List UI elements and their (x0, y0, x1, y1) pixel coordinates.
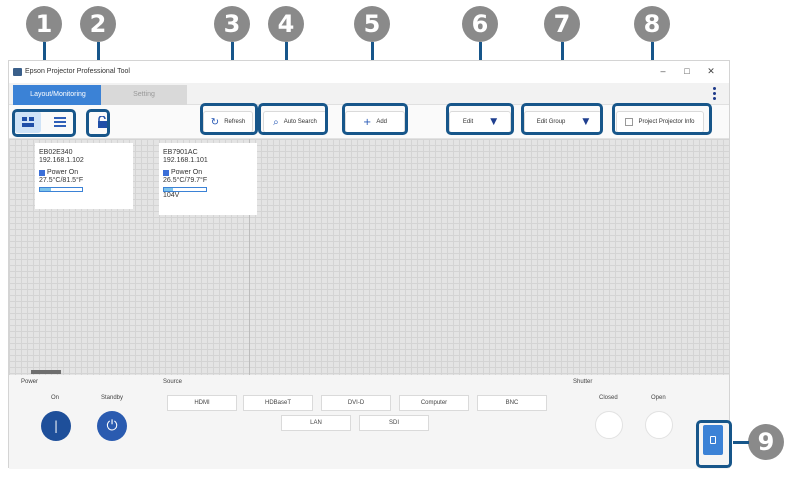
app-icon (13, 68, 22, 76)
callout-1: 1 (26, 6, 62, 42)
highlight-lock (86, 109, 110, 137)
projector-card[interactable]: EB02E340 192.168.1.102 Power On 27.5°C/8… (35, 143, 133, 209)
shutter-closed-button[interactable] (595, 411, 623, 439)
horizontal-scrollbar[interactable] (31, 370, 61, 374)
tab-layout-monitoring[interactable]: Layout/Monitoring (13, 85, 103, 105)
callout-6: 6 (462, 6, 498, 42)
highlight-project-info (612, 103, 712, 135)
leader-line (733, 441, 749, 444)
close-button[interactable]: ✕ (703, 66, 719, 77)
callout-2: 2 (80, 6, 116, 42)
source-button-hdmi[interactable]: HDMI (167, 395, 237, 411)
shutter-label: Shutter (573, 379, 593, 385)
minimize-button[interactable]: – (655, 66, 671, 76)
callout-3: 3 (214, 6, 250, 42)
projector-name: EB7901AC (163, 149, 198, 156)
power-on-icon: | (53, 419, 59, 433)
control-panel: Power On Standby | ⏻ Source HDMI HDBaseT… (9, 375, 729, 469)
power-on-button[interactable]: | (41, 411, 71, 441)
level-fill (40, 188, 51, 191)
power-status-label: Power On (171, 169, 203, 176)
power-standby-icon: ⏻ (106, 418, 118, 434)
layout-grid[interactable]: EB02E340 192.168.1.102 Power On 27.5°C/8… (9, 139, 729, 375)
projector-ip: 192.168.1.102 (39, 157, 84, 164)
temperature: 27.5°C/81.5°F (39, 177, 84, 184)
projector-name: EB02E340 (39, 149, 73, 156)
highlight-edit (446, 103, 514, 135)
source-button-dvi-d[interactable]: DVI-D (321, 395, 391, 411)
highlight-edit-group (521, 103, 603, 135)
callout-5: 5 (354, 6, 390, 42)
projector-card[interactable]: EB7901AC 192.168.1.101 Power On 26.5°C/7… (159, 143, 257, 215)
source-button-lan[interactable]: LAN (281, 415, 351, 431)
power-label: Power (21, 379, 39, 385)
tab-setting[interactable]: Setting (101, 85, 187, 105)
callout-4: 4 (268, 6, 304, 42)
highlight-mini-window (696, 420, 732, 468)
power-indicator-icon (39, 170, 45, 176)
standby-button[interactable]: ⏻ (97, 411, 127, 441)
voltage: 104V (163, 192, 180, 199)
callout-7: 7 (544, 6, 580, 42)
power-indicator-icon (163, 170, 169, 176)
highlight-auto-search (258, 103, 328, 135)
source-button-bnc[interactable]: BNC (477, 395, 547, 411)
projector-ip: 192.168.1.101 (163, 157, 208, 164)
standby-label: Standby (101, 395, 124, 401)
power-status-label: Power On (47, 169, 79, 176)
highlight-view-toggles (12, 109, 76, 137)
open-label: Open (651, 395, 666, 401)
closed-label: Closed (599, 395, 618, 401)
power-status: Power On (163, 169, 253, 177)
tab-bar: Layout/Monitoring Setting (9, 83, 729, 105)
power-status: Power On (39, 169, 129, 177)
manual-illustration: 1 2 3 4 5 6 7 8 9 Epson Projector Profes… (0, 0, 796, 478)
maximize-button[interactable]: □ (679, 66, 695, 76)
on-label: On (51, 395, 60, 401)
temperature: 26.5°C/79.7°F (163, 177, 208, 184)
title-bar: Epson Projector Professional Tool – □ ✕ (9, 61, 729, 83)
highlight-add (342, 103, 408, 135)
shutter-open-button[interactable] (645, 411, 673, 439)
window-title: Epson Projector Professional Tool (25, 68, 130, 75)
more-menu-icon[interactable] (713, 87, 717, 102)
level-bar (39, 187, 83, 192)
level-fill (164, 188, 174, 191)
level-bar (163, 187, 207, 192)
callout-8: 8 (634, 6, 670, 42)
source-button-hdbaset[interactable]: HDBaseT (243, 395, 313, 411)
callout-9: 9 (748, 424, 784, 460)
highlight-refresh (200, 103, 258, 135)
source-label: Source (163, 379, 183, 385)
source-button-computer[interactable]: Computer (399, 395, 469, 411)
source-button-sdi[interactable]: SDI (359, 415, 429, 431)
